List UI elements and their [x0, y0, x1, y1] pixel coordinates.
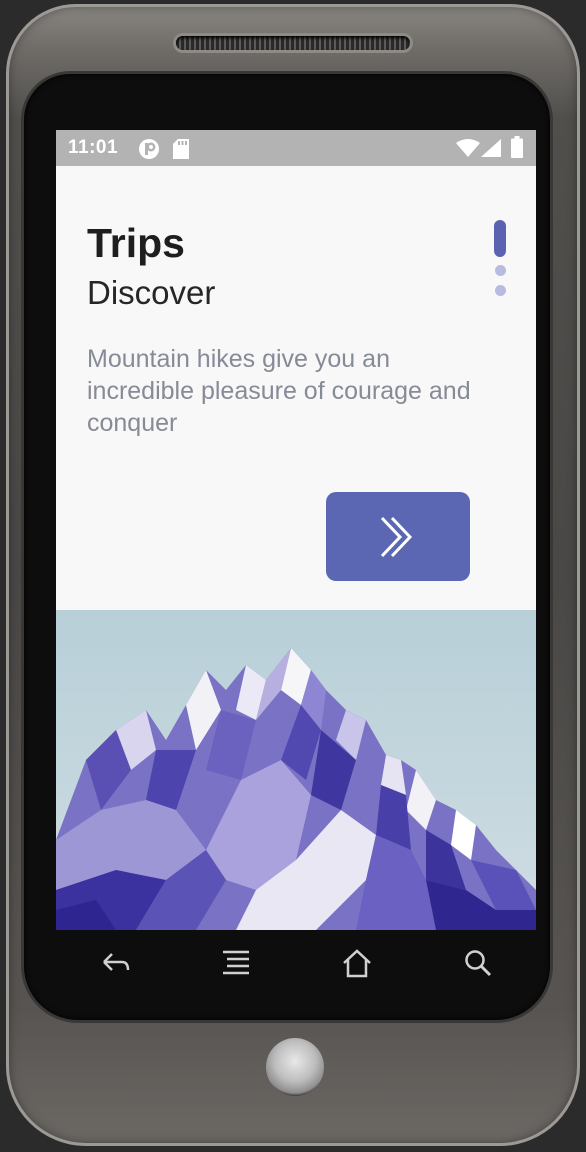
wifi-icon	[456, 139, 480, 161]
page-indicator-dot[interactable]	[495, 265, 506, 276]
next-button[interactable]	[326, 492, 470, 581]
app-screen: 11:01 Trips Discover Mountain hikes give…	[56, 130, 536, 930]
app-notification-icon	[138, 138, 160, 164]
search-icon[interactable]	[463, 948, 493, 982]
status-time: 11:01	[68, 137, 119, 158]
cell-signal-icon	[481, 139, 501, 161]
mountain-illustration	[56, 610, 536, 930]
page-indicator-active[interactable]	[494, 220, 506, 257]
hardware-nav-bar	[56, 938, 536, 998]
double-chevron-right-icon	[378, 516, 418, 562]
home-icon[interactable]	[341, 948, 373, 982]
page-indicator-dot[interactable]	[495, 285, 506, 296]
page-title: Trips	[87, 220, 185, 266]
back-icon[interactable]	[100, 948, 132, 980]
menu-icon[interactable]	[221, 948, 251, 980]
page-subtitle: Discover	[87, 274, 216, 311]
earpiece-speaker	[176, 36, 410, 50]
battery-icon	[511, 136, 523, 162]
trackball-button[interactable]	[266, 1038, 324, 1096]
page-description: Mountain hikes give you an incredible pl…	[87, 345, 471, 437]
sd-card-icon	[173, 139, 189, 163]
onboarding-content: Trips Discover Mountain hikes give you a…	[56, 166, 536, 610]
status-bar: 11:01	[56, 130, 536, 166]
